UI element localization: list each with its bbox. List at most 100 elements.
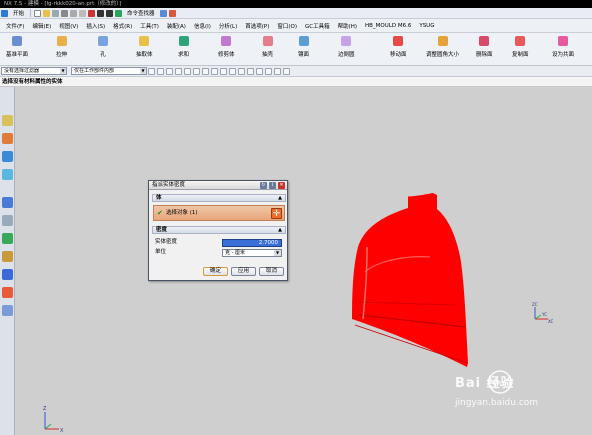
intersection-icon[interactable] bbox=[238, 67, 245, 75]
info-icon[interactable]: i bbox=[269, 182, 276, 189]
system-materials-icon[interactable] bbox=[2, 215, 13, 226]
ok-button[interactable]: 确定 bbox=[203, 267, 228, 276]
inlay-face-button[interactable]: 镶面 bbox=[298, 35, 309, 63]
snap-icon[interactable] bbox=[159, 9, 167, 17]
density-section-header[interactable]: 密度 ▲ bbox=[152, 226, 286, 234]
trim-body-button[interactable]: 修剪体 bbox=[218, 35, 235, 63]
delete-face-button[interactable]: 删除面 bbox=[476, 35, 493, 63]
menu-window[interactable]: 窗口(O) bbox=[273, 22, 301, 30]
quadrant-icon[interactable] bbox=[256, 67, 263, 75]
hole-label: 孔 bbox=[100, 52, 106, 58]
reset-icon[interactable]: ↻ bbox=[260, 182, 267, 189]
unite-label: 求和 bbox=[178, 52, 190, 58]
save-icon[interactable] bbox=[52, 9, 60, 17]
apply-button[interactable]: 应用 bbox=[231, 267, 256, 276]
chevron-down-icon: ▼ bbox=[140, 68, 146, 74]
unite-button[interactable]: 求和 bbox=[178, 35, 189, 63]
edge-blend-icon bbox=[341, 36, 352, 46]
undo-icon[interactable] bbox=[97, 9, 105, 17]
selection-scope-select[interactable]: 仅在工作部件内部 ▼ bbox=[71, 67, 147, 75]
part-navigator-icon[interactable] bbox=[2, 151, 13, 162]
body-rule-icon[interactable] bbox=[193, 67, 200, 75]
constraint-navigator-icon[interactable] bbox=[2, 133, 13, 144]
datum-plane-icon bbox=[12, 36, 22, 46]
edge-blend-button[interactable]: 边倒圆 bbox=[338, 35, 355, 63]
menu-file[interactable]: 文件(F) bbox=[2, 22, 28, 30]
redo-icon[interactable] bbox=[106, 9, 114, 17]
menu-ysug[interactable]: YSUG bbox=[415, 23, 438, 29]
type-filter-select[interactable]: 没有选择过滤器 ▼ bbox=[1, 67, 67, 75]
feature-rule-icon[interactable] bbox=[202, 67, 209, 75]
move-face-icon bbox=[393, 36, 404, 46]
close-icon[interactable]: ✕ bbox=[278, 182, 285, 189]
assembly-navigator-icon[interactable] bbox=[2, 115, 13, 126]
menu-format[interactable]: 格式(R) bbox=[109, 22, 136, 30]
menu-preferences[interactable]: 首选项(P) bbox=[241, 22, 273, 30]
roles-icon[interactable] bbox=[2, 251, 13, 262]
make-coplanar-button[interactable]: 设为共面 bbox=[552, 35, 574, 63]
midpoint-icon[interactable] bbox=[220, 67, 227, 75]
body-section-header[interactable]: 体 ▲ bbox=[152, 194, 286, 202]
point-on-face-icon[interactable] bbox=[283, 67, 290, 75]
copy-face-icon bbox=[515, 36, 526, 46]
open-icon[interactable] bbox=[43, 9, 51, 17]
select-body-icon[interactable]: ✛ bbox=[271, 208, 282, 219]
copy-face-label: 复制面 bbox=[512, 52, 529, 58]
select-all-icon[interactable] bbox=[157, 67, 164, 75]
move-face-button[interactable]: 移动面 bbox=[390, 35, 407, 63]
menu-tools[interactable]: 工具(T) bbox=[136, 22, 163, 30]
menu-edit[interactable]: 编辑(E) bbox=[28, 22, 55, 30]
menu-analysis[interactable]: 分析(L) bbox=[215, 22, 241, 30]
density-input[interactable]: 2.7000 bbox=[222, 239, 282, 247]
command-finder-icon[interactable] bbox=[115, 9, 123, 17]
endpoint-icon[interactable] bbox=[211, 67, 218, 75]
extrude-label: 拉伸 bbox=[56, 52, 68, 58]
snap-point-icon[interactable] bbox=[166, 67, 173, 75]
density-label: 实体密度 bbox=[155, 239, 178, 245]
face-rule-icon[interactable] bbox=[184, 67, 191, 75]
new-icon[interactable] bbox=[34, 9, 42, 17]
palettes-icon[interactable] bbox=[2, 287, 13, 298]
menu-assembly[interactable]: 装配(A) bbox=[163, 22, 190, 30]
system-scene-icon[interactable] bbox=[2, 305, 13, 316]
cancel-button[interactable]: 取消 bbox=[259, 267, 284, 276]
filter-icon[interactable] bbox=[148, 67, 155, 75]
paste-icon[interactable] bbox=[79, 9, 87, 17]
curve-rule-icon[interactable] bbox=[175, 67, 182, 75]
menu-insert[interactable]: 插入(S) bbox=[82, 22, 109, 30]
pen-icon[interactable] bbox=[168, 9, 176, 17]
menu-help[interactable]: 帮助(H) bbox=[334, 22, 361, 30]
unit-select[interactable]: 克 - 厘米 ▼ bbox=[222, 249, 282, 257]
datum-plane-button[interactable]: 基准平面 bbox=[6, 35, 28, 63]
web-browser-icon[interactable] bbox=[2, 269, 13, 280]
main-menu-row: 文件(F) 编辑(E) 视图(V) 插入(S) 格式(R) 工具(T) 装配(A… bbox=[0, 19, 592, 33]
extract-body-button[interactable]: 抽取体 bbox=[136, 35, 153, 63]
reuse-library-icon[interactable] bbox=[2, 169, 13, 180]
menu-info[interactable]: 信息(I) bbox=[190, 22, 215, 30]
command-finder[interactable]: 命令查找器 bbox=[123, 9, 159, 17]
hole-button[interactable]: 孔 bbox=[98, 35, 108, 63]
resize-blend-button[interactable]: 调整圆角大小 bbox=[426, 35, 459, 63]
cut-icon[interactable] bbox=[61, 9, 69, 17]
menu-gc-toolkit[interactable]: GC工具箱 bbox=[301, 22, 334, 30]
control-point-icon[interactable] bbox=[229, 67, 236, 75]
center-icon[interactable] bbox=[247, 67, 254, 75]
select-object-row[interactable]: ✔ 选择对象 (1) ✛ bbox=[153, 205, 285, 221]
assign-density-dialog: 指派实体密度 ↻ i ✕ 体 ▲ ✔ 选择对象 (1) ✛ 密度 ▲ 实体密度 … bbox=[148, 180, 288, 281]
solid-body[interactable] bbox=[352, 193, 468, 367]
copy-face-button[interactable]: 复制面 bbox=[512, 35, 529, 63]
window-title-bar: NX 7.5 - 建模 - [lg-rkkk020-an.prt（修改的）] bbox=[0, 0, 592, 8]
delete-icon[interactable] bbox=[88, 9, 96, 17]
start-menu[interactable]: 开始 bbox=[9, 9, 28, 17]
menu-hb-mould[interactable]: HB_MOULD M6.6 bbox=[361, 23, 415, 29]
shell-button[interactable]: 抽壳 bbox=[262, 35, 273, 63]
check-icon: ✔ bbox=[157, 209, 163, 217]
existing-point-icon[interactable] bbox=[265, 67, 272, 75]
history-icon[interactable] bbox=[2, 197, 13, 208]
extrude-button[interactable]: 拉伸 bbox=[56, 35, 67, 63]
move-face-label: 移动面 bbox=[390, 52, 407, 58]
copy-icon[interactable] bbox=[70, 9, 78, 17]
menu-view[interactable]: 视图(V) bbox=[55, 22, 82, 30]
point-on-curve-icon[interactable] bbox=[274, 67, 281, 75]
process-studio-icon[interactable] bbox=[2, 233, 13, 244]
